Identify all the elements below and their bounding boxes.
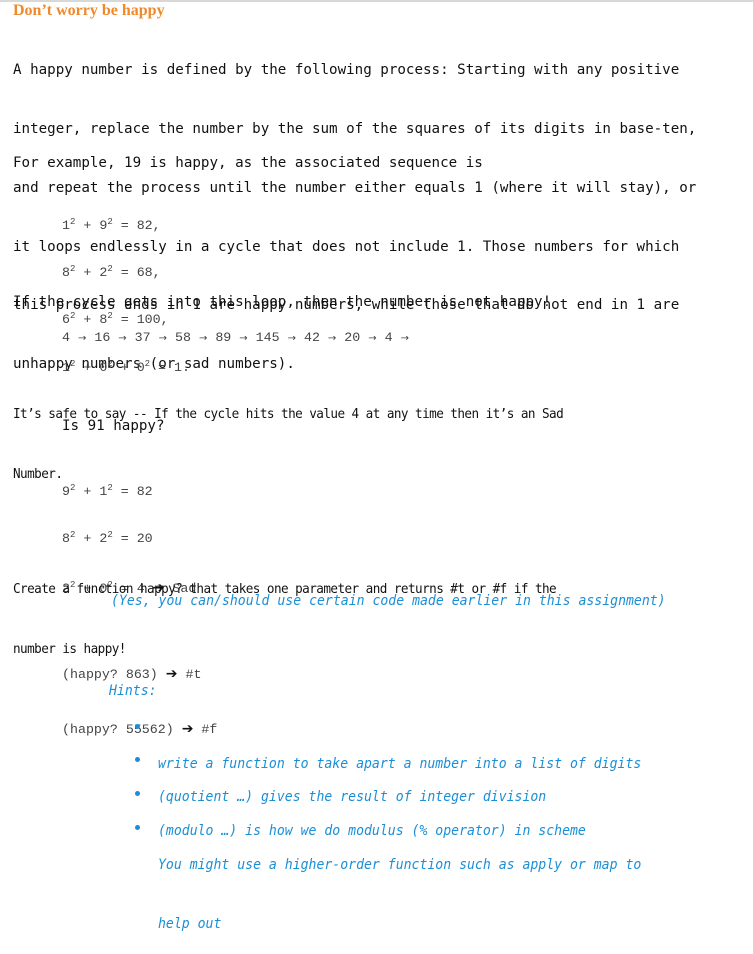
arrow-icon: → [198,333,208,344]
bullet-icon [135,757,140,762]
loop-value: 58 [175,330,191,345]
sad-example-question: Is 91 happy? [62,418,165,434]
bullet-icon [135,825,140,830]
hint-item: You might use a higher-order function su… [158,857,642,932]
intro-line: A happy number is defined by the followi… [13,62,680,79]
right-arrow-icon: ➔ [165,666,178,682]
example-intro: For example, 19 is happy, as the associa… [13,155,483,171]
arrow-icon: → [77,333,87,344]
loop-sequence: 4 → 16 → 37 → 58 → 89 → 145 → 42 → 20 → … [62,330,417,347]
loop-intro: If the cycle gets into this loop, then t… [13,294,552,310]
loop-value: 4 [384,330,393,345]
equation-line: 62 + 82 = 100, [62,311,169,328]
arrow-icon: → [368,333,377,344]
equation-line: 82 + 22 = 68, [62,263,161,280]
example-sequence: 12 + 92 = 82, 82 + 22 = 68, 62 + 82 = 10… [62,186,190,391]
loop-value: 89 [215,330,232,345]
loop-value: 37 [134,330,151,345]
loop-value: 42 [303,330,320,345]
task-note: (Yes, you can/should use certain code ma… [111,593,666,609]
loop-value: 4 [62,330,70,345]
arrow-icon: → [400,333,409,344]
bullet-icon [135,724,140,729]
page-title: Don’t worry be happy [13,2,165,19]
arrow-icon: → [287,333,296,344]
loop-value: 16 [94,330,111,345]
intro-line: integer, replace the number by the sum o… [13,120,697,137]
arrow-icon: → [158,333,168,344]
hints-label: Hints: [109,683,157,699]
loop-value: 20 [344,330,361,345]
arrow-icon: → [118,333,127,344]
loop-value: 145 [255,330,280,345]
equation-line: 12 + 92 = 82, [62,216,161,233]
equation-line: 92 + 12 = 82 [62,482,153,499]
bullet-icon [135,791,140,796]
arrow-icon: → [239,333,248,344]
arrow-icon: → [327,333,337,344]
